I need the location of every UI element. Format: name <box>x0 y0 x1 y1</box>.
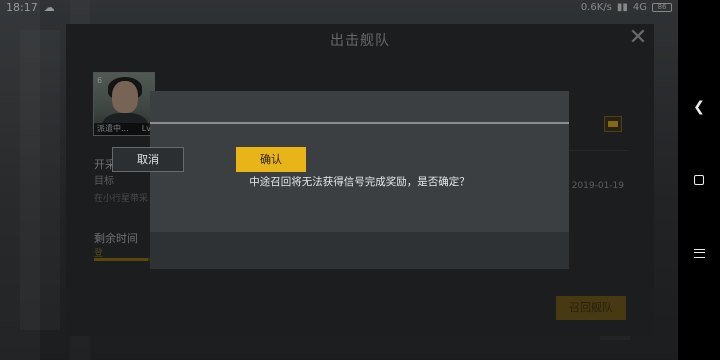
confirm-dialog: 中途召回将无法获得信号完成奖励，是否确定？ <box>150 91 569 269</box>
confirm-button[interactable]: 确认 <box>236 147 306 172</box>
back-icon[interactable]: ❮ <box>689 97 709 117</box>
home-icon[interactable] <box>689 170 709 190</box>
cancel-button[interactable]: 取消 <box>112 147 184 172</box>
dialog-message: 中途召回将无法获得信号完成奖励，是否确定？ <box>249 176 470 188</box>
system-nav-bar: ❮ <box>678 0 720 360</box>
dialog-top-divider <box>150 122 569 124</box>
menu-icon[interactable] <box>689 243 709 263</box>
dialog-button-bar <box>150 232 569 269</box>
